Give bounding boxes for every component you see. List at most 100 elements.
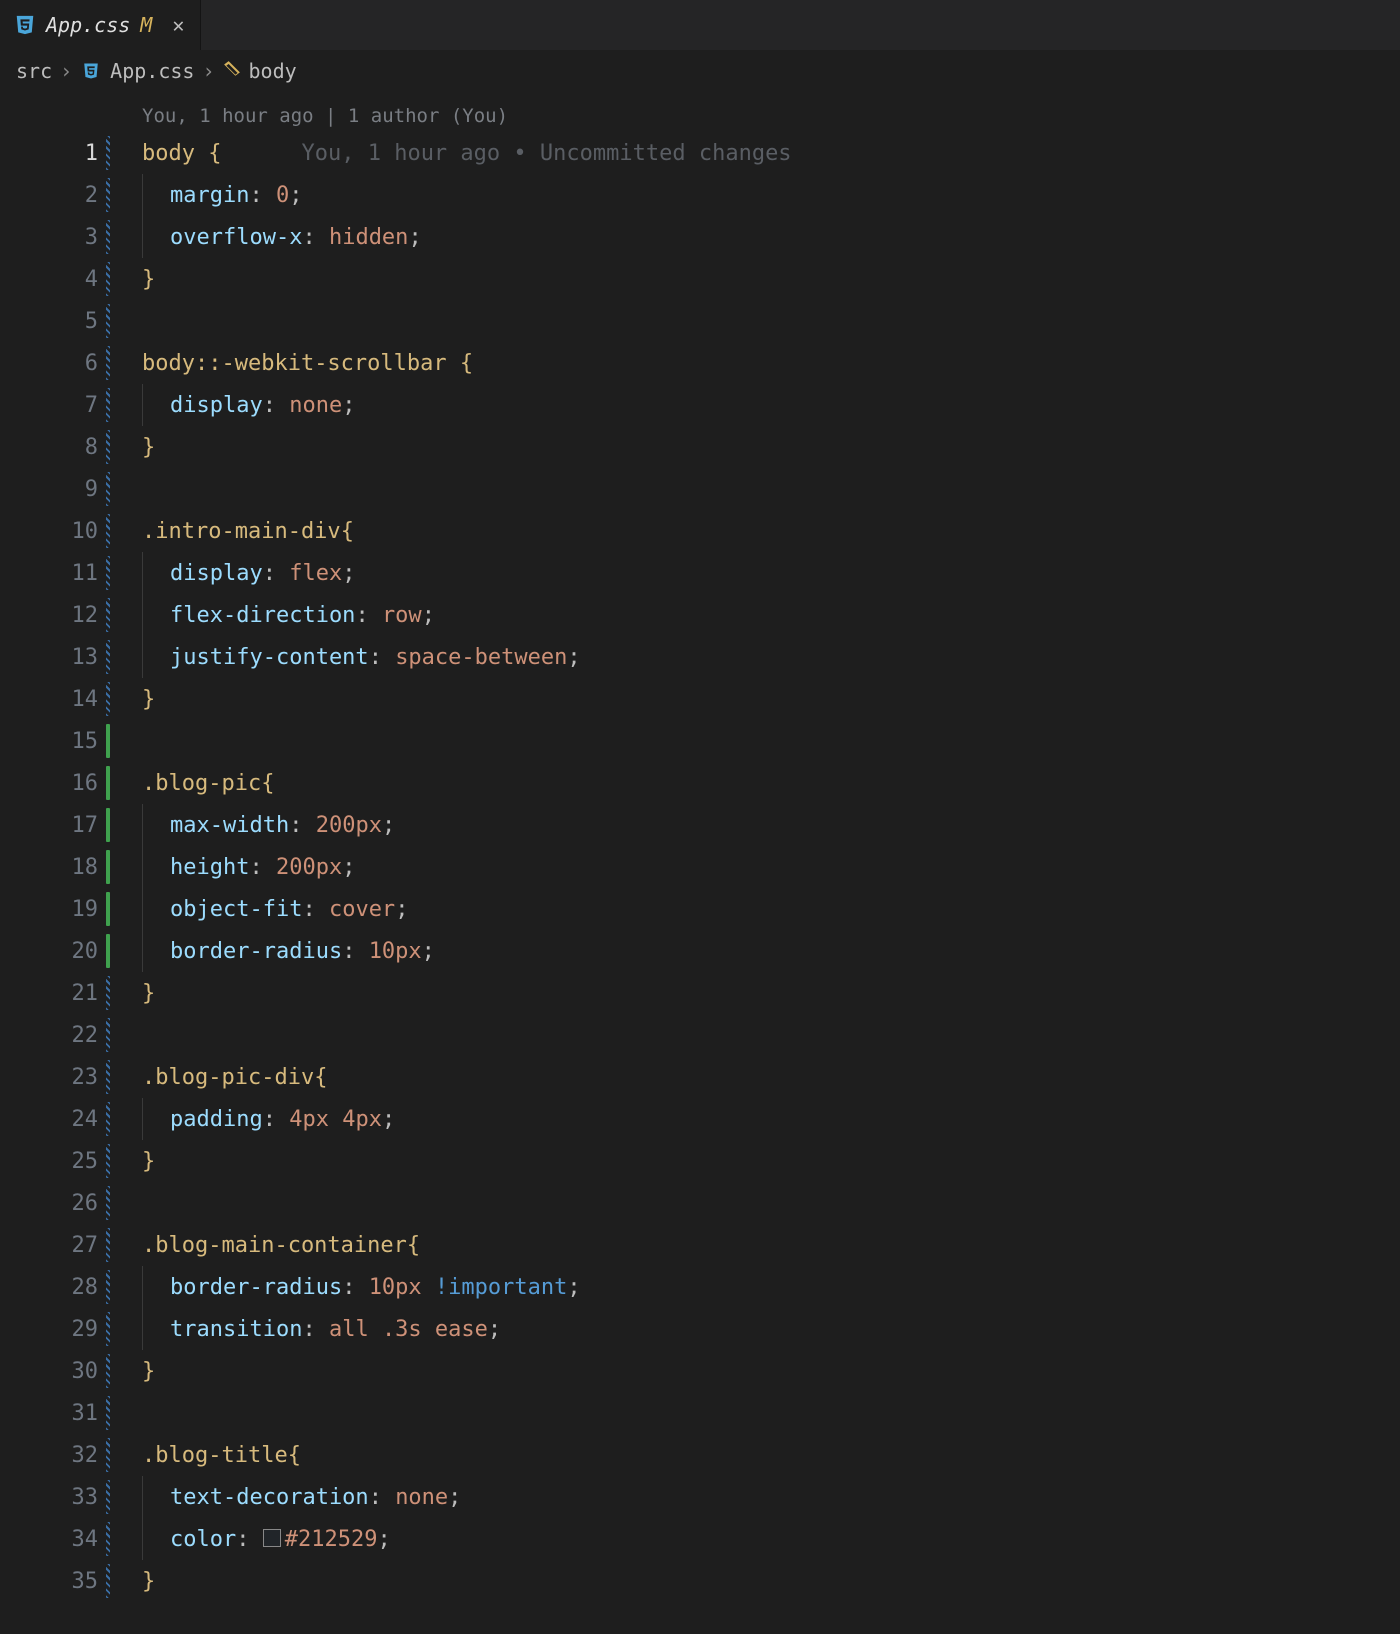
tab-app-css[interactable]: App.css M ✕ (0, 0, 201, 50)
indent-guide (142, 804, 170, 846)
token-punct: : (369, 645, 396, 670)
git-modified-marker (106, 1522, 110, 1556)
code-line[interactable]: color: #212529; (142, 1518, 1400, 1560)
token-num: 0 (276, 183, 289, 208)
close-icon[interactable]: ✕ (172, 13, 184, 37)
git-added-marker (106, 808, 110, 842)
code-line[interactable]: .blog-pic{ (142, 762, 1400, 804)
line-number: 11 (72, 561, 99, 586)
gutter-line: 17 (0, 804, 112, 846)
git-modified-marker (106, 1270, 110, 1304)
token-class: .blog-main-container (142, 1233, 407, 1258)
git-modified-marker (106, 1480, 110, 1514)
code-line[interactable] (142, 1014, 1400, 1056)
gutter-line: 34 (0, 1518, 112, 1560)
indent-guide (142, 594, 170, 636)
code-line[interactable]: object-fit: cover; (142, 888, 1400, 930)
gutter-line: 25 (0, 1140, 112, 1182)
code-line[interactable]: } (142, 1350, 1400, 1392)
code-line[interactable]: .blog-main-container{ (142, 1224, 1400, 1266)
token-pseudo: ::-webkit-scrollbar (195, 351, 460, 376)
breadcrumb-symbol[interactable]: body (249, 59, 297, 83)
code-area[interactable]: You, 1 hour ago | 1 author (You) body {Y… (112, 92, 1400, 1634)
code-line[interactable]: } (142, 678, 1400, 720)
gutter-line: 35 (0, 1560, 112, 1602)
gutter-line: 26 (0, 1182, 112, 1224)
gutter-line: 12 (0, 594, 112, 636)
code-line[interactable] (142, 720, 1400, 762)
git-modified-marker (106, 136, 110, 170)
line-number: 30 (72, 1359, 99, 1384)
git-modified-marker (106, 304, 110, 338)
code-line[interactable]: padding: 4px 4px; (142, 1098, 1400, 1140)
code-line[interactable]: max-width: 200px; (142, 804, 1400, 846)
code-line[interactable] (142, 1392, 1400, 1434)
line-number: 33 (72, 1485, 99, 1510)
code-line[interactable]: .blog-title{ (142, 1434, 1400, 1476)
code-line[interactable]: flex-direction: row; (142, 594, 1400, 636)
git-modified-marker (106, 976, 110, 1010)
code-line[interactable]: display: flex; (142, 552, 1400, 594)
code-line[interactable]: display: none; (142, 384, 1400, 426)
tab-git-status: M (140, 13, 152, 37)
token-prop: justify-content (170, 645, 369, 670)
token-punct: : (263, 393, 290, 418)
code-line[interactable]: } (142, 1140, 1400, 1182)
gutter-line: 18 (0, 846, 112, 888)
breadcrumb-folder[interactable]: src (16, 59, 52, 83)
token-num: 10px (369, 1275, 435, 1300)
gutter-line: 29 (0, 1308, 112, 1350)
breadcrumb: src › App.css › body (0, 50, 1400, 92)
token-punct: ; (408, 225, 421, 250)
code-line[interactable] (142, 1182, 1400, 1224)
token-brace: { (460, 351, 473, 376)
tab-bar: App.css M ✕ (0, 0, 1400, 50)
code-line[interactable]: body {You, 1 hour ago • Uncommitted chan… (142, 132, 1400, 174)
code-line[interactable]: transition: all .3s ease; (142, 1308, 1400, 1350)
token-important: !important (435, 1275, 567, 1300)
code-line[interactable]: justify-content: space-between; (142, 636, 1400, 678)
code-line[interactable]: .blog-pic-div{ (142, 1056, 1400, 1098)
token-prop: overflow-x (170, 225, 302, 250)
breadcrumb-file[interactable]: App.css (110, 59, 194, 83)
color-swatch[interactable] (263, 1529, 281, 1547)
line-number: 27 (72, 1233, 99, 1258)
code-editor[interactable]: 1234567891011121314151617181920212223242… (0, 92, 1400, 1634)
line-number: 10 (72, 519, 99, 544)
line-number: 3 (85, 225, 98, 250)
token-sel: body (142, 351, 195, 376)
line-number: 22 (72, 1023, 99, 1048)
code-line[interactable]: } (142, 1560, 1400, 1602)
code-line[interactable]: } (142, 972, 1400, 1014)
code-line[interactable]: height: 200px; (142, 846, 1400, 888)
token-brace: { (288, 1443, 301, 1468)
code-line[interactable]: .intro-main-div{ (142, 510, 1400, 552)
gutter-line: 10 (0, 510, 112, 552)
gutter-line: 20 (0, 930, 112, 972)
token-punct: ; (289, 183, 302, 208)
code-line[interactable]: margin: 0; (142, 174, 1400, 216)
gutter-line: 13 (0, 636, 112, 678)
token-punct: ; (567, 1275, 580, 1300)
code-line[interactable]: text-decoration: none; (142, 1476, 1400, 1518)
code-line[interactable]: } (142, 258, 1400, 300)
code-line[interactable]: overflow-x: hidden; (142, 216, 1400, 258)
token-brace: { (261, 771, 274, 796)
git-added-marker (106, 892, 110, 926)
git-modified-marker (106, 178, 110, 212)
code-line[interactable]: border-radius: 10px !important; (142, 1266, 1400, 1308)
code-line[interactable]: border-radius: 10px; (142, 930, 1400, 972)
code-line[interactable]: } (142, 426, 1400, 468)
code-line[interactable] (142, 300, 1400, 342)
token-brace: } (142, 687, 155, 712)
line-number: 28 (72, 1275, 99, 1300)
git-modified-marker (106, 388, 110, 422)
token-prop: padding (170, 1107, 263, 1132)
line-number: 17 (72, 813, 99, 838)
code-line[interactable]: body::-webkit-scrollbar { (142, 342, 1400, 384)
code-line[interactable] (142, 468, 1400, 510)
indent-guide (142, 930, 170, 972)
token-punct: : (249, 183, 276, 208)
token-num: 200px (276, 855, 342, 880)
indent-guide (142, 1476, 170, 1518)
